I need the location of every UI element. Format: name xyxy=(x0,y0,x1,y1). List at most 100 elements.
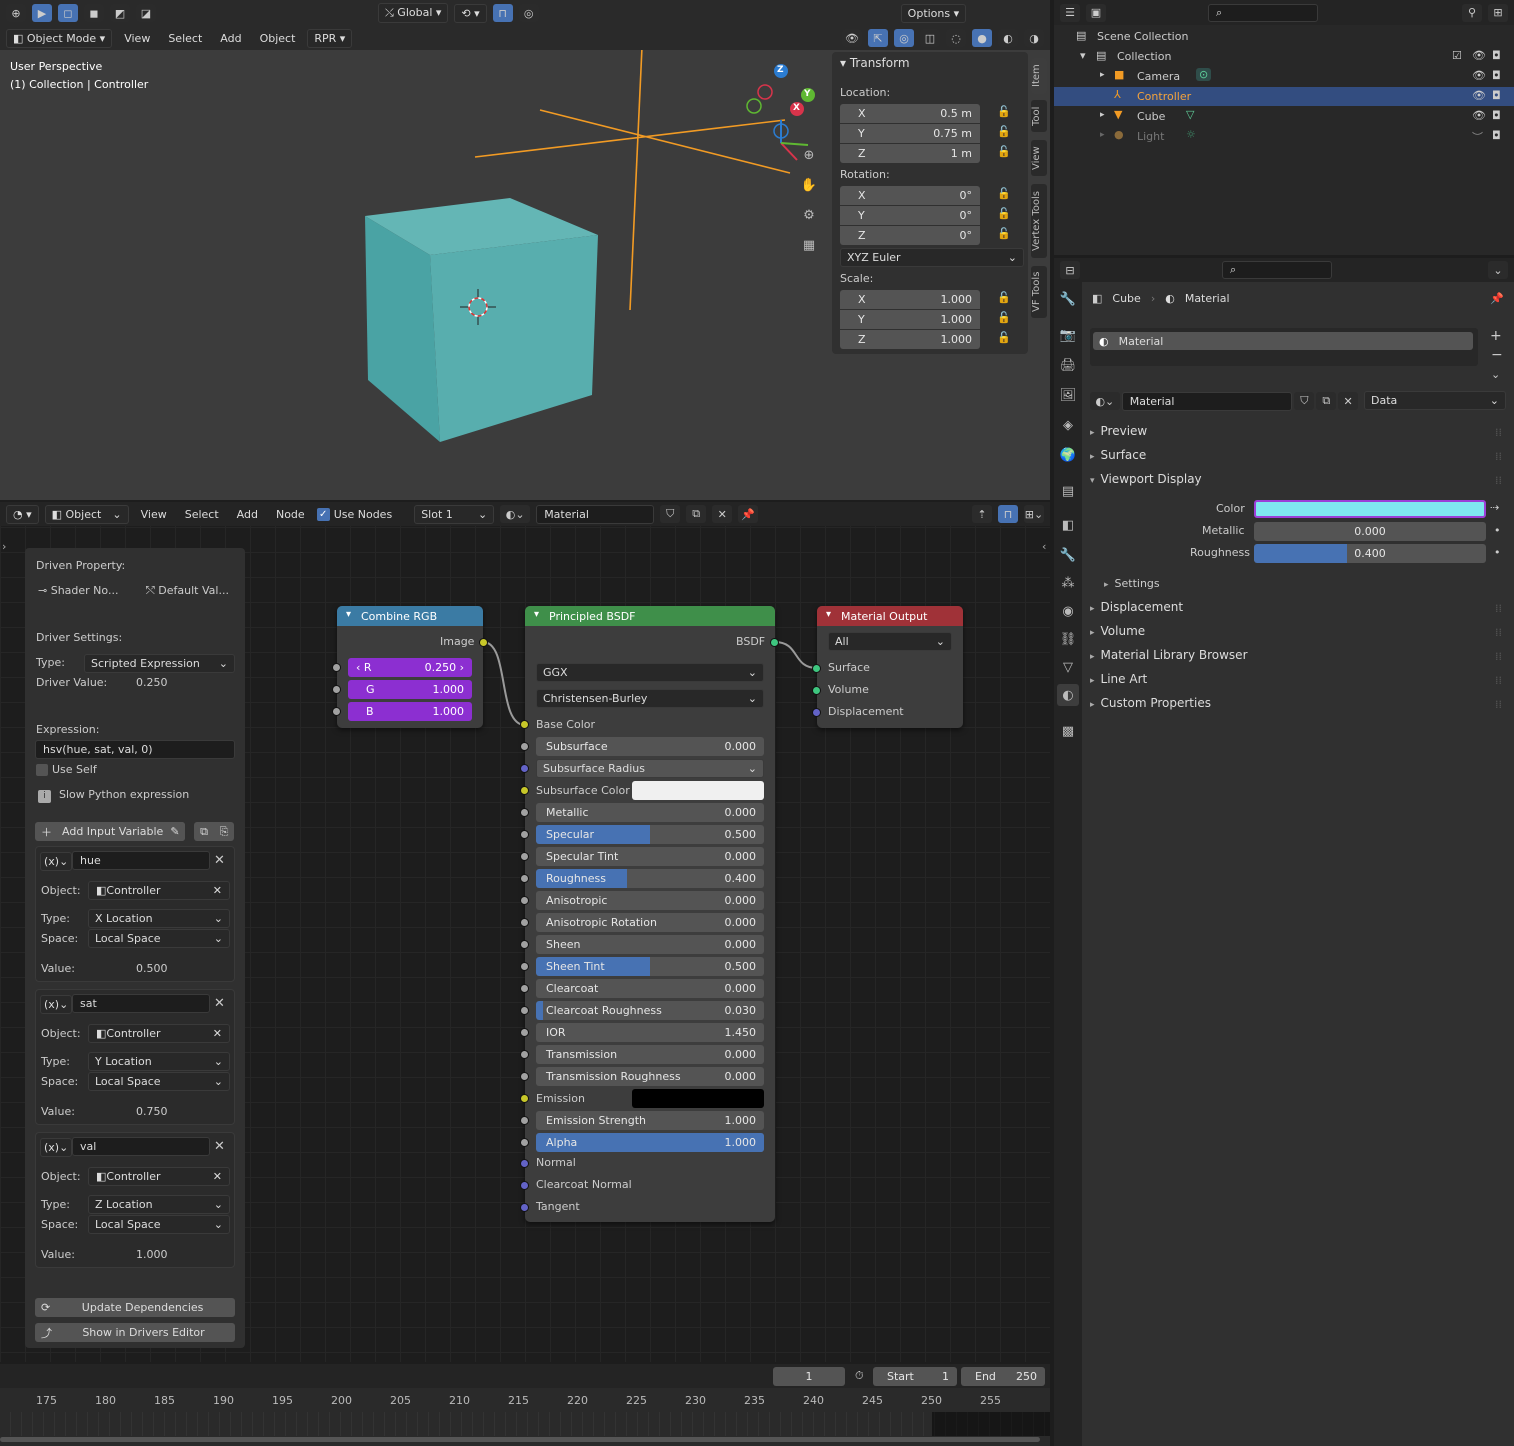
add-slot-icon[interactable]: + xyxy=(1490,328,1502,344)
current-frame-field[interactable]: 1 xyxy=(773,1367,845,1386)
fake-user-shield-icon[interactable]: ⛉ xyxy=(1294,392,1315,410)
bsdf-input-socket[interactable] xyxy=(520,874,529,883)
clear-object-icon[interactable]: ✕ xyxy=(213,1170,222,1183)
b-input-socket[interactable] xyxy=(332,707,341,716)
clear-object-icon[interactable]: ✕ xyxy=(213,1027,222,1040)
subsurface-color-swatch[interactable] xyxy=(632,781,764,800)
bsdf-input-socket[interactable] xyxy=(520,852,529,861)
filter-icon[interactable]: ⚲ xyxy=(1462,3,1482,22)
variable-name-input[interactable]: hue xyxy=(72,851,210,870)
material-name-field[interactable]: Material xyxy=(1121,391,1293,411)
variable-object-field[interactable]: ◧ Controller ✕ xyxy=(88,881,230,900)
bsdf-input-socket[interactable] xyxy=(520,1138,529,1147)
bsdf-input-socket[interactable] xyxy=(520,1094,529,1103)
variable-transform-type-dropdown[interactable]: Z Location ⌄ xyxy=(88,1195,230,1214)
viewport-color-swatch[interactable] xyxy=(1254,500,1486,518)
end-frame-field[interactable]: End 250 xyxy=(961,1367,1045,1386)
properties-editor-icon[interactable]: ⊟ xyxy=(1060,261,1080,279)
world-icon[interactable]: 🌍 xyxy=(1057,444,1079,466)
outliner-row-scene[interactable]: ▤ Scene Collection xyxy=(1054,28,1514,46)
section-line-art[interactable]: ▸ Line Art xyxy=(1090,672,1147,686)
anisotropic-field[interactable]: Anisotropic 0.000 xyxy=(536,891,764,910)
outliner-editor-icon[interactable]: ☰ xyxy=(1060,3,1080,22)
clearcoat-roughness-field[interactable]: Clearcoat Roughness 0.030 xyxy=(536,1001,764,1020)
outliner-row-controller[interactable]: ⅄ Controller 👁 ◘ xyxy=(1054,87,1514,106)
emission-swatch[interactable] xyxy=(632,1089,764,1108)
remove-variable-icon[interactable]: ✕ xyxy=(214,996,225,1011)
bsdf-input-socket[interactable] xyxy=(520,1072,529,1081)
settings-subpanel[interactable]: ▸ Settings xyxy=(1104,577,1160,590)
viewport-roughness-field[interactable]: 0.400 xyxy=(1254,544,1486,563)
expand-arrow-icon[interactable]: ▸ xyxy=(1100,130,1105,140)
timeline-track[interactable] xyxy=(0,1412,1050,1436)
output-input-socket[interactable] xyxy=(812,664,821,673)
bsdf-input-socket[interactable] xyxy=(520,962,529,971)
texture-icon[interactable]: ▩ xyxy=(1057,720,1079,742)
clearcoat-field[interactable]: Clearcoat 0.000 xyxy=(536,979,764,998)
material-icon[interactable]: ◐ xyxy=(1057,684,1079,706)
eyedropper-icon[interactable]: ✎ xyxy=(165,822,185,841)
output-input-socket[interactable] xyxy=(812,708,821,717)
section-viewport-display[interactable]: ▾ Viewport Display xyxy=(1090,472,1202,486)
vector-input-socket[interactable] xyxy=(520,1203,529,1212)
bsdf-input-socket[interactable] xyxy=(520,1028,529,1037)
render-camera-icon[interactable]: ◘ xyxy=(1492,89,1501,102)
variable-space-dropdown[interactable]: Local Space ⌄ xyxy=(88,929,230,948)
expression-input[interactable]: hsv(hue, sat, val, 0) xyxy=(35,740,235,759)
section-preview[interactable]: ▸ Preview xyxy=(1090,424,1147,438)
show-in-drivers-editor-button[interactable]: ⤴ Show in Drivers Editor xyxy=(35,1323,235,1342)
object-icon[interactable]: ◧ xyxy=(1057,514,1079,536)
output-input-socket[interactable] xyxy=(812,686,821,695)
combine-g-field[interactable]: G 1.000 xyxy=(348,680,472,699)
sheen-field[interactable]: Sheen 0.000 xyxy=(536,935,764,954)
drag-handle-icon[interactable]: ⁞⁞ xyxy=(1495,602,1502,615)
drag-handle-icon[interactable]: ⁞⁞ xyxy=(1495,650,1502,663)
scene-icon[interactable]: ◈ xyxy=(1057,414,1079,436)
unlink-material-icon[interactable]: ✕ xyxy=(1338,392,1359,410)
specular-tint-field[interactable]: Specular Tint 0.000 xyxy=(536,847,764,866)
eye-icon[interactable]: 👁 xyxy=(1472,89,1486,102)
section-displacement[interactable]: ▸ Displacement xyxy=(1090,600,1183,614)
section-surface[interactable]: ▸ Surface xyxy=(1090,448,1146,462)
keyframe-dot-icon[interactable]: • xyxy=(1494,546,1501,559)
sidebar-collapse-icon[interactable]: › xyxy=(2,540,6,553)
drag-handle-icon[interactable]: ⁞⁞ xyxy=(1495,698,1502,711)
drag-handle-icon[interactable]: ⁞⁞ xyxy=(1495,426,1502,439)
transmission-roughness-field[interactable]: Transmission Roughness 0.000 xyxy=(536,1067,764,1086)
bsdf-input-socket[interactable] xyxy=(520,918,529,927)
slot-specials-icon[interactable]: ⌄ xyxy=(1491,368,1500,381)
keyframe-dot-icon[interactable]: • xyxy=(1494,524,1501,537)
combine-r-field[interactable]: ‹ R 0.250 › xyxy=(348,658,472,677)
subsurface-method-dropdown[interactable]: Christensen-Burley ⌄ xyxy=(536,689,764,708)
paste-vars-icon[interactable]: ⎘ xyxy=(214,822,234,841)
use-self-checkbox[interactable]: Use Self xyxy=(36,763,97,776)
roughness-field[interactable]: Roughness 0.400 xyxy=(536,869,764,888)
metallic-field[interactable]: Metallic 0.000 xyxy=(536,803,764,822)
combine-b-field[interactable]: B 1.000 xyxy=(348,702,472,721)
ior-field[interactable]: IOR 1.450 xyxy=(536,1023,764,1042)
anisotropic-rotation-field[interactable]: Anisotropic Rotation 0.000 xyxy=(536,913,764,932)
increment-icon[interactable]: › xyxy=(456,661,464,674)
display-mode-icon[interactable]: ▣ xyxy=(1086,3,1106,22)
checkbox-icon[interactable]: ☑ xyxy=(1452,49,1462,62)
combine-rgb-output-socket[interactable] xyxy=(479,638,488,647)
new-collection-icon[interactable]: ⊞ xyxy=(1488,3,1508,22)
constraints-icon[interactable]: ⛓ xyxy=(1057,628,1079,650)
variable-name-input[interactable]: sat xyxy=(72,994,210,1013)
vector-input-socket[interactable] xyxy=(520,1159,529,1168)
output-icon[interactable]: 🖨 xyxy=(1057,354,1079,376)
combine-rgb-header[interactable]: Combine RGB xyxy=(337,606,483,626)
bsdf-input-socket[interactable] xyxy=(520,786,529,795)
render-camera-icon[interactable]: ◘ xyxy=(1492,129,1501,142)
bsdf-output-socket[interactable] xyxy=(770,638,779,647)
outliner-row-cube[interactable]: ▸ ▼ Cube ▽ 👁 ◘ xyxy=(1054,108,1514,126)
output-target-dropdown[interactable]: All ⌄ xyxy=(828,632,952,651)
eye-hidden-icon[interactable]: ︶ xyxy=(1472,129,1483,145)
bsdf-input-socket[interactable] xyxy=(520,984,529,993)
drag-handle-icon[interactable]: ⁞⁞ xyxy=(1495,626,1502,639)
subsurface-field[interactable]: Subsurface 0.000 xyxy=(536,737,764,756)
remove-slot-icon[interactable]: − xyxy=(1491,347,1503,363)
alpha-field[interactable]: Alpha 1.000 xyxy=(536,1133,764,1152)
modifier-icon[interactable]: 🔧 xyxy=(1057,544,1079,566)
object-data-icon[interactable]: ▽ xyxy=(1057,656,1079,678)
